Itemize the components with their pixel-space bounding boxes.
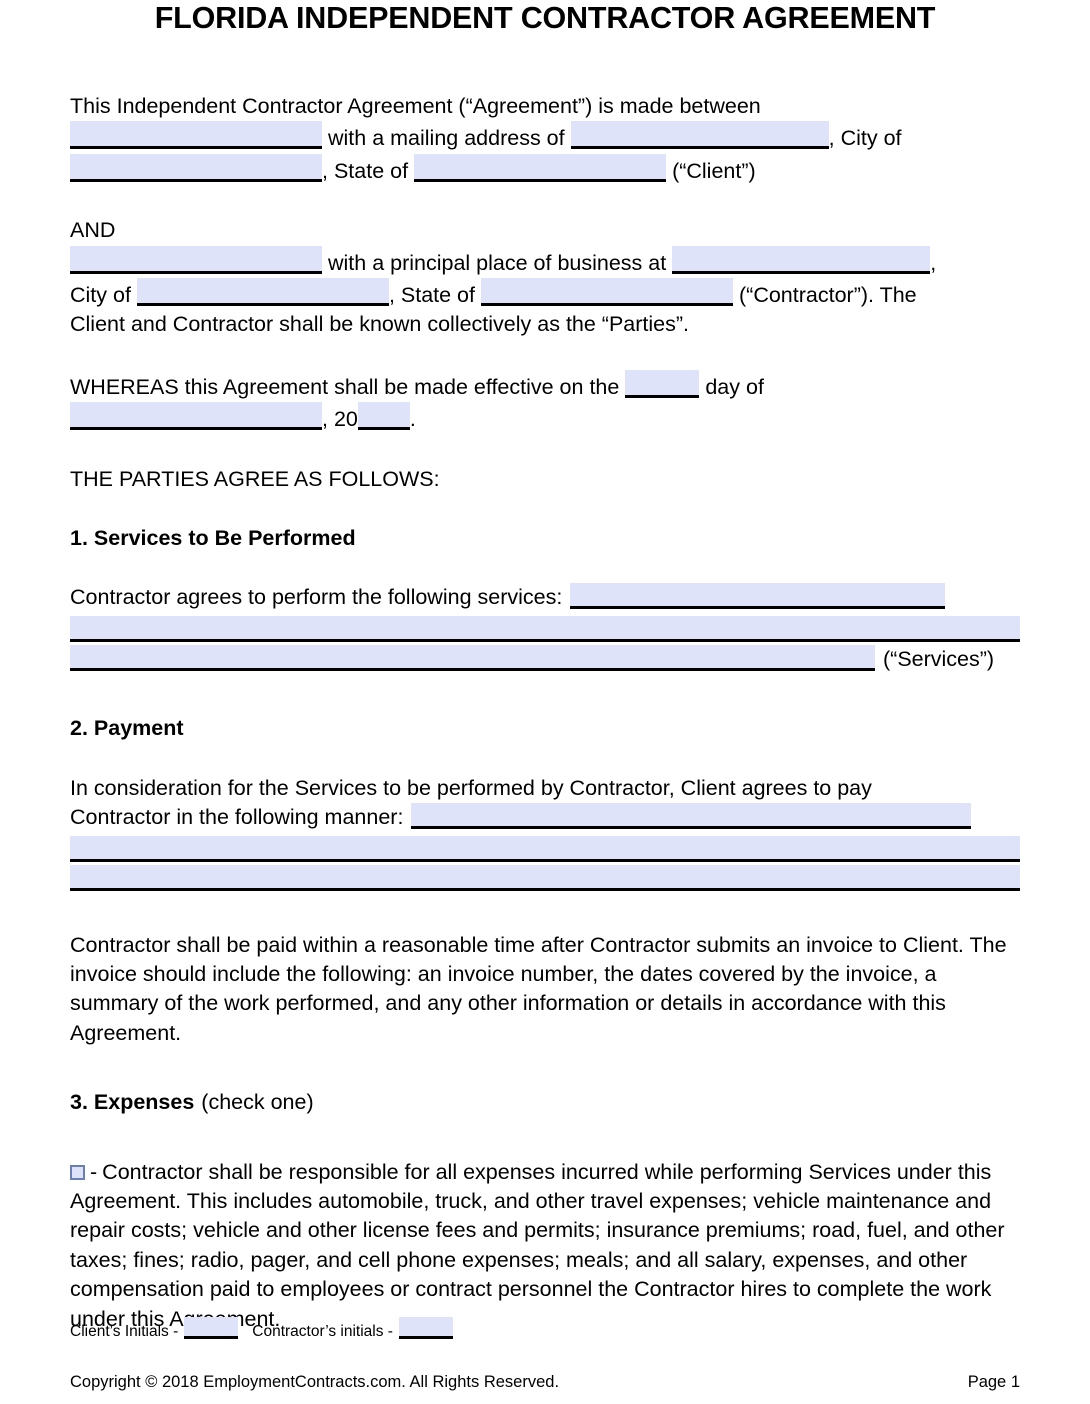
client-state-field[interactable] [414,153,667,182]
expenses-option-row: - Contractor shall be responsible for all… [70,1158,1020,1334]
copyright-text: Copyright © 2018 EmploymentContracts.com… [70,1373,560,1391]
client-initials-field[interactable] [184,1317,239,1339]
payment-lines [70,835,1020,891]
payment-invoice-paragraph: Contractor shall be paid within a reason… [70,932,1007,1045]
document-body: This Independent Contractor Agreement (“… [70,92,1020,1334]
whereas-period: . [409,407,416,432]
contractor-state-field[interactable] [481,278,733,307]
services-lines [70,615,1020,642]
payment-line-2-field[interactable] [70,835,1020,862]
contractor-principal-place-label: with a principal place of business at [328,250,667,275]
initials-row: Client’s Initials - Contractor’s initials… [70,1317,453,1342]
intro-line-1: This Independent Contractor Agreement (“… [70,94,761,118]
expenses-option-text: Contractor shall be responsible for all … [70,1159,1005,1331]
intro-line-3: , State of (“Client”) [70,153,1020,186]
intro-mailing-address-label: with a mailing address of [328,126,565,151]
whereas-line-2: , 20. [70,402,1020,434]
effective-year-field[interactable] [357,402,410,431]
payment-lead-in-line-1: In consideration for the Services to be … [70,775,872,800]
contractor-line-1-comma: , [930,250,937,275]
services-line-1-field[interactable] [570,583,946,610]
intro-city-of-label: , City of [828,126,902,151]
section-3-title: 3. Expenses [70,1090,195,1115]
services-line-3-field[interactable] [70,644,875,671]
services-lead-in-label: Contractor agrees to perform the followi… [70,585,563,610]
whereas-year-prefix: , 20 [322,407,358,432]
contractor-initials-label: Contractor’s initials - [252,1323,393,1340]
payment-line-3-field[interactable] [70,864,1020,891]
agree-intro: THE PARTIES AGREE AS FOLLOWS: [70,466,440,491]
services-line-3-row: (“Services”) [70,644,1020,674]
section-3-check-one: (check one) [201,1090,314,1115]
contractor-state-of-label: , State of [388,283,475,308]
services-designation-label: (“Services”) [883,646,995,671]
effective-month-field[interactable] [70,402,322,431]
copyright-row: Copyright © 2018 EmploymentContracts.com… [70,1372,1020,1393]
contractor-initials-field[interactable] [398,1317,453,1339]
whereas-line-1: WHEREAS this Agreement shall be made eff… [70,369,1020,402]
and-label: AND [70,218,116,243]
page-title: FLORIDA INDEPENDENT CONTRACTOR AGREEMENT [154,1,936,35]
parties-line: Client and Contractor shall be known col… [70,312,690,337]
document-page: FLORIDA INDEPENDENT CONTRACTOR AGREEMENT… [0,0,1090,1404]
section-1-heading: 1. Services to Be Performed [70,526,356,551]
services-lead-in: Contractor agrees to perform the followi… [70,583,1020,612]
services-line-2-field[interactable] [70,615,1020,642]
contractor-city-of-label: City of [70,283,131,308]
page-number: Page 1 [967,1373,1020,1391]
intro-line-2: with a mailing address of , City of [70,121,1020,153]
section-2-heading: 2. Payment [70,716,184,741]
expenses-checkbox[interactable] [70,1164,85,1180]
section-3-heading: 3. Expenses (check one) [70,1088,1020,1117]
contractor-designation-label: (“Contractor”). The [739,283,917,308]
client-initials-label: Client’s Initials - [70,1323,179,1340]
contractor-business-address-field[interactable] [672,245,931,274]
contractor-line-1: with a principal place of business at, [70,245,1020,278]
intro-state-of-label: , State of [322,158,409,183]
effective-day-field[interactable] [625,369,700,398]
client-designation-label: (“Client”) [672,158,756,183]
payment-lead-in-line-2: Contractor in the following manner: [70,803,1020,832]
whereas-day-of-label: day of [705,374,764,399]
client-city-field[interactable] [70,153,322,182]
whereas-label: WHEREAS this Agreement shall be made eff… [70,374,620,399]
expenses-option-dash: - [90,1159,98,1184]
client-name-field[interactable] [70,121,322,150]
contractor-line-2: City of , State of (“Contractor”). The [70,278,1020,310]
client-mailing-address-field[interactable] [570,121,829,150]
payment-line-1-field[interactable] [411,803,972,830]
payment-lead-in-label: Contractor in the following manner: [70,805,404,830]
contractor-city-field[interactable] [136,278,389,307]
contractor-name-field[interactable] [70,245,322,274]
